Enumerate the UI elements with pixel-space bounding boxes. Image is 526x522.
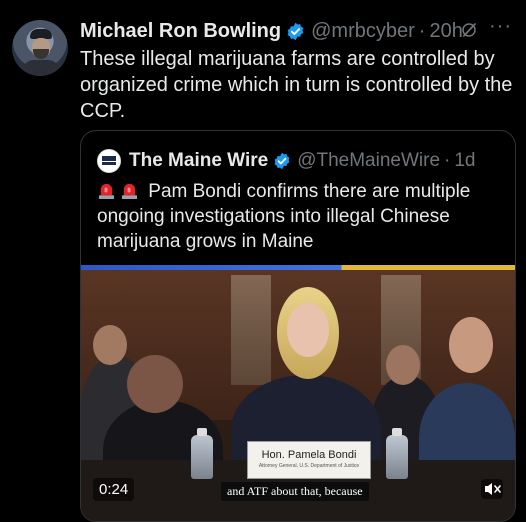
- speaker-face: [287, 303, 329, 357]
- quoted-tweet[interactable]: The Maine Wire @TheMaineWire · 1d Pam Bo…: [80, 130, 516, 522]
- tweet-text: These illegal marijuana farms are contro…: [80, 48, 513, 122]
- quote-text-block: Pam Bondi confirms there are multiple on…: [97, 179, 501, 254]
- siren-icon: [121, 183, 138, 200]
- tweet-time[interactable]: 20h: [429, 20, 462, 43]
- separator-dot: ·: [418, 19, 426, 42]
- quote-handle[interactable]: @TheMaineWire: [297, 150, 440, 172]
- tweet-header: Michael Ron Bowling @mrbcyber · 20h ···: [80, 15, 516, 44]
- mute-button[interactable]: [481, 479, 503, 499]
- logo-bar: [102, 156, 116, 161]
- more-icon[interactable]: ···: [489, 15, 512, 38]
- author-name[interactable]: Michael Ron Bowling: [80, 20, 281, 43]
- water-bottle: [191, 428, 213, 479]
- background-person-head: [93, 325, 127, 365]
- quote-text: Pam Bondi confirms there are multiple on…: [97, 181, 471, 252]
- water-bottle: [386, 428, 408, 479]
- author-handle[interactable]: @mrbcyber: [311, 20, 415, 43]
- nameplate: Hon. Pamela Bondi Attorney General, U.S.…: [247, 441, 371, 479]
- quote-avatar[interactable]: [97, 149, 121, 173]
- avatar-beard: [33, 49, 49, 59]
- verified-badge-icon[interactable]: [286, 22, 305, 41]
- quote-author-name[interactable]: The Maine Wire: [129, 150, 268, 172]
- mute-icon: [485, 483, 501, 495]
- video-player[interactable]: Hon. Pamela Bondi Attorney General, U.S.…: [81, 265, 515, 521]
- grok-icon[interactable]: [460, 21, 478, 39]
- background-person-head: [386, 345, 420, 385]
- logo-bar: [102, 162, 116, 165]
- seated-man-head: [449, 317, 493, 373]
- video-duration: 0:24: [93, 478, 135, 501]
- author-avatar[interactable]: [12, 20, 68, 76]
- avatar-shirt: [22, 60, 60, 76]
- seated-woman-head: [127, 355, 183, 413]
- nameplate-subtitle: Attorney General, U.S. Department of Jus…: [258, 463, 360, 469]
- nameplate-name: Hon. Pamela Bondi: [261, 449, 357, 461]
- separator-dot: ·: [444, 150, 451, 171]
- verified-badge-icon[interactable]: [273, 152, 291, 170]
- quote-header: The Maine Wire @TheMaineWire · 1d: [97, 149, 476, 173]
- video-caption: and ATF about that, because: [221, 482, 369, 501]
- quote-time[interactable]: 1d: [454, 150, 475, 172]
- background-window: [231, 275, 271, 385]
- siren-icon: [98, 183, 115, 200]
